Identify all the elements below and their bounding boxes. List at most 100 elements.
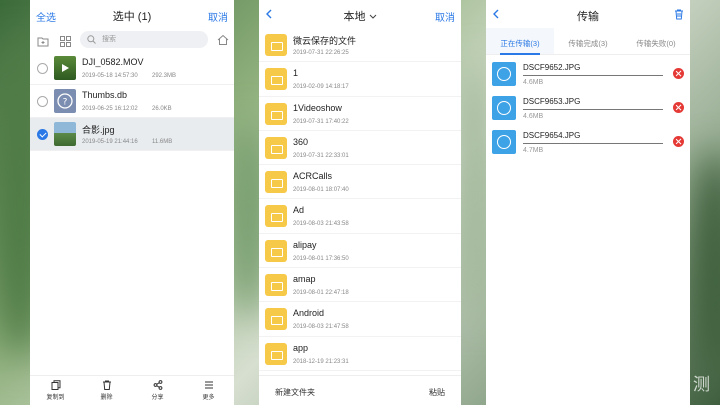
folder-date: 2019-07-31 22:26:25 <box>293 50 349 56</box>
folder-row[interactable]: 微云保存的文件 2019-07-31 22:26:25 <box>259 28 461 63</box>
progress-bar <box>523 75 663 76</box>
transfer-file-size: 4.7MB <box>523 147 544 154</box>
search-input[interactable]: 搜索 <box>80 31 208 48</box>
copy-to-button[interactable]: 复制到 <box>30 376 81 405</box>
folder-row[interactable]: 1Videoshow 2019-07-31 17:40:22 <box>259 97 461 131</box>
copy-to-label: 复制到 <box>46 395 65 401</box>
image-file-icon <box>492 130 516 154</box>
select-checkbox[interactable] <box>37 129 48 140</box>
folder-row[interactable]: 360 2019-07-31 22:33:01 <box>259 131 461 166</box>
new-folder-button[interactable]: 新建文件夹 <box>275 387 315 398</box>
folder-row[interactable]: amap 2019-08-01 22:47:18 <box>259 268 461 303</box>
folder-name: 微云保存的文件 <box>293 36 357 46</box>
location-title: 本地 <box>343 11 366 23</box>
folder-date: 2019-08-03 21:43:58 <box>293 221 349 228</box>
add-folder-icon[interactable] <box>37 34 49 52</box>
folder-row[interactable]: Android 2019-08-03 21:47:58 <box>259 302 461 337</box>
folder-row[interactable]: Ad 2019-08-03 21:43:58 <box>259 199 461 234</box>
folder-icon <box>265 102 287 125</box>
transfer-file-name: DSCF9654.JPG <box>523 131 581 140</box>
clear-transfers-button[interactable] <box>674 9 684 23</box>
photo-thumbnail <box>54 122 76 146</box>
folder-icon <box>265 171 287 194</box>
folder-name: ACRCalls <box>293 171 333 182</box>
transfer-row[interactable]: DSCF9653.JPG 4.6MB <box>486 92 690 126</box>
folder-row[interactable]: 1 2019-02-09 14:18:17 <box>259 62 461 97</box>
folder-date: 2018-12-19 21:23:31 <box>293 358 349 365</box>
selection-topbar: 全选 选中 (1) 取消 <box>30 0 234 28</box>
file-name: 合影.jpg <box>82 125 115 135</box>
cancel-transfer-icon[interactable] <box>673 102 684 113</box>
file-size: 292.3MB <box>152 73 177 79</box>
file-row[interactable]: DJI_0582.MOV 2019-05-18 14:57:30 292.3MB <box>30 52 234 85</box>
file-selection-panel: 全选 选中 (1) 取消 搜索 DJI_0582.MOV 2019-05-18 … <box>30 0 234 405</box>
tab-failed[interactable]: 传输失败(0) <box>622 28 690 54</box>
delete-button[interactable]: 删除 <box>81 376 132 405</box>
folder-icon <box>265 342 287 365</box>
transfer-file-name: DSCF9653.JPG <box>523 97 581 106</box>
folder-date: 2019-08-01 18:07:40 <box>293 187 349 194</box>
watermark-logo: 新浪 众测 <box>629 375 712 394</box>
more-button[interactable]: 更多 <box>183 376 234 405</box>
folder-picker-panel: 本地 取消 微云保存的文件 2019-07-31 22:26:25 1 2019-0… <box>259 0 461 405</box>
cancel-selection-button[interactable]: 取消 <box>208 9 228 24</box>
copy-icon <box>51 380 60 390</box>
tab-completed[interactable]: 传输完成(3) <box>554 28 622 54</box>
search-icon <box>87 35 96 44</box>
tab-in-progress[interactable]: 正在传输(3) <box>486 28 554 55</box>
action-bar: 复制到 删除 分享 更多 <box>30 375 234 405</box>
file-date: 2019-06-25 16:12:02 <box>82 106 138 112</box>
image-file-icon <box>492 96 516 120</box>
folder-list: 微云保存的文件 2019-07-31 22:26:25 1 2019-02-09 1… <box>259 28 461 371</box>
folder-icon <box>265 34 287 56</box>
file-row[interactable]: ? Thumbs.db 2019-06-25 16:12:02 26.0KB <box>30 85 234 118</box>
folder-date: 2019-07-31 22:33:01 <box>293 152 349 159</box>
folder-name: Ad <box>293 205 305 216</box>
trash-icon <box>675 9 683 20</box>
progress-bar <box>523 109 663 110</box>
file-size: 11.6MB <box>152 139 173 145</box>
cancel-transfer-icon[interactable] <box>673 136 684 147</box>
transfer-row[interactable]: DSCF9652.JPG 4.6MB <box>486 58 690 92</box>
select-checkbox[interactable] <box>37 63 48 74</box>
transfer-topbar: 传输 <box>486 0 690 28</box>
transfer-file-size: 4.6MB <box>523 113 544 120</box>
transfer-tabs: 正在传输(3) 传输完成(3) 传输失败(0) <box>486 28 690 55</box>
chevron-down-icon <box>369 14 376 19</box>
folder-row[interactable]: alipay 2019-08-01 17:36:50 <box>259 234 461 269</box>
svg-text:?: ? <box>63 98 68 108</box>
cancel-transfer-icon[interactable] <box>673 68 684 79</box>
menu-icon <box>204 381 213 389</box>
folder-name: app <box>293 342 309 353</box>
file-date: 2019-05-18 14:57:30 <box>82 73 138 79</box>
background-blur <box>690 150 720 380</box>
paste-button[interactable]: 粘贴 <box>429 387 445 398</box>
selection-title: 选中 (1) <box>112 11 152 23</box>
select-checkbox[interactable] <box>37 96 48 107</box>
file-row[interactable]: 合影.jpg 2019-05-19 21:44:16 11.6MB <box>30 118 234 151</box>
folder-row[interactable]: ACRCalls 2019-08-01 18:07:40 <box>259 165 461 200</box>
location-dropdown[interactable]: 本地 <box>259 8 461 24</box>
file-name: Thumbs.db <box>82 90 128 100</box>
progress-bar <box>523 143 663 144</box>
file-date: 2019-05-19 21:44:16 <box>82 139 138 145</box>
more-label: 更多 <box>202 395 215 401</box>
folder-name: amap <box>293 274 316 285</box>
folder-name: alipay <box>293 239 317 250</box>
home-icon[interactable] <box>217 33 229 51</box>
cancel-button[interactable]: 取消 <box>435 9 455 24</box>
folder-row[interactable]: app 2018-12-19 21:23:31 <box>259 337 461 371</box>
folder-icon <box>265 308 287 331</box>
folder-date: 2019-08-03 21:47:58 <box>293 324 349 331</box>
transfer-list: DSCF9652.JPG 4.6MB DSCF9653.JPG 4.6MB DS… <box>486 55 690 160</box>
grid-view-icon[interactable] <box>60 34 71 52</box>
transfer-row[interactable]: DSCF9654.JPG 4.7MB <box>486 126 690 160</box>
video-thumbnail <box>54 56 76 80</box>
transfer-panel: 传输 正在传输(3) 传输完成(3) 传输失败(0) DSCF9652.JPG … <box>486 0 690 405</box>
file-size: 26.0KB <box>152 106 172 112</box>
folder-date: 2019-07-31 17:40:22 <box>293 118 349 125</box>
share-button[interactable]: 分享 <box>132 376 183 405</box>
folder-date: 2019-02-09 14:18:17 <box>293 84 349 91</box>
folder-icon <box>265 205 287 228</box>
trash-icon <box>102 380 111 390</box>
